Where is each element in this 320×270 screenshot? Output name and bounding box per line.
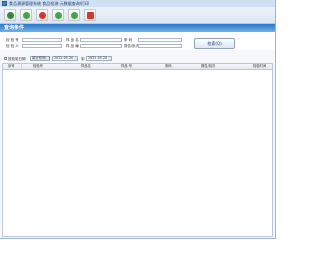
refresh-icon (23, 12, 30, 19)
inspection-no-label: 检 验 号 (6, 38, 19, 42)
app-icon (2, 1, 7, 6)
col-header-inspect-time[interactable]: 检验时间 (253, 64, 266, 69)
date-filter-label: 按检验日期 (8, 57, 26, 61)
barcode-label: 条 码 (124, 38, 133, 42)
date-mode-select[interactable]: 最近检测(Y) (30, 56, 50, 61)
export-button[interactable] (68, 9, 80, 21)
delete-button[interactable] (36, 9, 48, 21)
section-title: 查询条件 (4, 25, 25, 31)
col-header-barcode[interactable]: 条码 (165, 64, 172, 69)
close-icon (87, 12, 94, 19)
search-form: 检 验 号 样 品 名 条 码 检 验 人 样 品 编 号 报告/批次 检索(Q… (0, 32, 275, 50)
close-button[interactable] (84, 9, 96, 21)
results-grid[interactable]: 序号 检验号 样品名 样品 号 条码 报告/批次 检验时间 (2, 63, 273, 237)
title-bar: 食品溯源管理系统 食品检测-元数据查询/打印 (0, 0, 275, 7)
col-header-inspection-no[interactable]: 检验号 (33, 64, 43, 69)
next-icon (55, 12, 62, 19)
window-title: 食品溯源管理系统 食品检测-元数据查询/打印 (9, 1, 90, 6)
home-button[interactable] (4, 9, 16, 21)
report-batch-label: 报告/批次 (124, 44, 140, 48)
date-to-value: 2022-05-20 (88, 56, 108, 60)
app-window: 食品溯源管理系统 食品检测-元数据查询/打印 查询条件 检 验 号 样 品 名 … (0, 0, 276, 239)
inspector-label: 检 验 人 (6, 44, 19, 48)
delete-icon (39, 12, 46, 19)
section-header: 查询条件 (0, 24, 275, 32)
column-divider (21, 64, 22, 69)
query-button[interactable]: 检索(Q) (194, 38, 235, 49)
calendar-icon (108, 57, 111, 60)
grid-header: 序号 检验号 样品名 样品 号 条码 报告/批次 检验时间 (3, 64, 272, 70)
sample-name-label: 样 品 名 (66, 38, 79, 42)
toolbar (0, 7, 275, 24)
barcode-input[interactable] (138, 38, 182, 42)
sample-no-input[interactable] (80, 44, 122, 48)
col-header-report-batch[interactable]: 报告/批次 (201, 64, 215, 69)
chevron-down-icon (46, 57, 49, 60)
export-icon (71, 12, 78, 19)
col-header-sample-name[interactable]: 样品名 (81, 64, 91, 69)
inspector-input[interactable] (22, 44, 62, 48)
date-filter-row: 按检验日期 最近检测(Y) 2022-05-20 到 2022-05-20 (0, 56, 275, 62)
calendar-icon (74, 57, 77, 60)
inspection-no-input[interactable] (22, 38, 62, 42)
date-filter-checkbox[interactable] (4, 57, 7, 60)
col-header-index[interactable]: 序号 (8, 64, 15, 69)
next-button[interactable] (52, 9, 64, 21)
date-from-value: 2022-05-20 (54, 56, 74, 60)
date-from-picker[interactable]: 2022-05-20 (52, 56, 78, 61)
refresh-button[interactable] (20, 9, 32, 21)
date-to-label: 到 (81, 57, 85, 61)
sample-name-input[interactable] (80, 38, 122, 42)
home-icon (7, 12, 14, 19)
report-batch-input[interactable] (138, 44, 182, 48)
date-to-picker[interactable]: 2022-05-20 (86, 56, 112, 61)
col-header-sample-no[interactable]: 样品 号 (121, 64, 132, 69)
